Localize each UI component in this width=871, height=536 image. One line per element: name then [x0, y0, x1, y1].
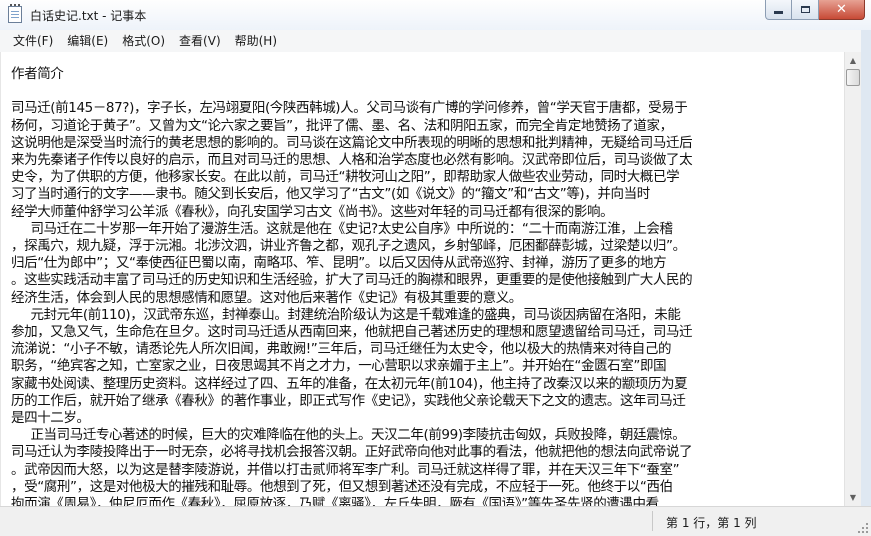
text-line[interactable]: 家藏书处阅读、整理历史资料。这样经过了四、五年的准备，在太初元年(前104)，他…: [11, 376, 843, 393]
text-line[interactable]: 习了当时通行的文字——隶书。随父到长安后，他又学习了“古文”(如《说文》的“籀文…: [11, 186, 843, 203]
title-bar[interactable]: 白话史记.txt - 记事本 ✕: [0, 0, 871, 31]
menu-edit[interactable]: 编辑(E): [60, 31, 115, 51]
document-text[interactable]: 作者简介 司马迁(前145－87?)，字子长，左冯翊夏阳(今陕西韩城)人。父司马…: [11, 66, 843, 506]
status-separator: [652, 511, 653, 531]
text-line[interactable]: 司马迁(前145－87?)，字子长，左冯翊夏阳(今陕西韩城)人。父司马谈有广博的…: [11, 100, 843, 117]
text-line[interactable]: 作者简介: [11, 66, 843, 83]
window-controls: ✕: [765, 0, 865, 20]
menu-bar: 文件(F) 编辑(E) 格式(O) 查看(V) 帮助(H): [0, 30, 871, 53]
minimize-icon: [774, 11, 783, 14]
menu-file[interactable]: 文件(F): [6, 31, 60, 51]
text-line[interactable]: 历的工作后，就开始了继承《春秋》的著作事业，即正式写作《史记》，实践他父亲论载天…: [11, 393, 843, 410]
text-line[interactable]: ，受“腐刑”，这是对他极大的摧残和耻辱。他想到了死，但又想到著述还没有完成，不应…: [11, 479, 843, 496]
close-icon: ✕: [836, 1, 847, 17]
text-line[interactable]: 流涕说：“小子不敏，请悉论先人所次旧闻，弗敢阙!”三年后，司马迁继任为太史令，他…: [11, 341, 843, 358]
text-line[interactable]: 职务，“绝宾客之知，亡室家之业，日夜思竭其不肖之才力，一心营职以求亲媚于主上”。…: [11, 358, 843, 375]
vertical-scrollbar[interactable]: ▲ ▼: [844, 52, 861, 506]
text-line[interactable]: 杨何，习道论于黄子”。又曾为文“论六家之要旨”，批评了儒、墨、名、法和阴阳五家，…: [11, 118, 843, 135]
text-line[interactable]: 经学大师董仲舒学习公羊派《春秋》，向孔安国学习古文《尚书》。这些对年轻的司马迁都…: [11, 204, 843, 221]
cursor-position: 第 1 行，第 1 列: [666, 516, 757, 530]
scroll-down-arrow-icon[interactable]: ▼: [845, 489, 861, 506]
text-line[interactable]: [11, 83, 843, 100]
text-line[interactable]: 拘而演《周易》，仲尼厄而作《春秋》，屈原放逐，乃赋《离骚》，左丘失明，厥有《国语…: [11, 496, 843, 506]
text-line[interactable]: 正当司马迁专心著述的时候，巨大的灾难降临在他的头上。天汉二年(前99)李陵抗击匈…: [11, 427, 843, 444]
text-line[interactable]: 是四十二岁。: [11, 410, 843, 427]
window-right-frame: [861, 30, 871, 506]
minimize-button[interactable]: [765, 0, 792, 20]
close-button[interactable]: ✕: [819, 0, 865, 20]
text-line[interactable]: 来为先秦诸子作传以良好的启示，而且对司马迁的思想、人格和治学态度也必然有影响。汉…: [11, 152, 843, 169]
notepad-window: 白话史记.txt - 记事本 ✕ 文件(F) 编辑(E) 格式(O) 查看(V)…: [0, 0, 871, 536]
text-editor-area[interactable]: 作者简介 司马迁(前145－87?)，字子长，左冯翊夏阳(今陕西韩城)人。父司马…: [0, 52, 844, 506]
window-title: 白话史记.txt - 记事本: [30, 9, 147, 23]
menu-help[interactable]: 帮助(H): [228, 31, 284, 51]
text-line[interactable]: 史令，为了供职的方便，他移家长安。在此以前，司马迁“耕牧河山之阳”，即帮助家人做…: [11, 169, 843, 186]
text-line[interactable]: 这说明他是深受当时流行的黄老思想的影响的。司马谈在这篇论文中所表现的明晰的思想和…: [11, 135, 843, 152]
text-line[interactable]: 司马迁在二十岁那一年开始了漫游生活。这就是他在《史记?太史公自序》中所说的：“二…: [11, 221, 843, 238]
status-bar: 第 1 行，第 1 列: [0, 506, 871, 536]
maximize-icon: [800, 6, 810, 13]
scrollbar-thumb[interactable]: [846, 69, 860, 86]
text-line[interactable]: 。武帝因而大怒，以为这是替李陵游说，并借以打击贰师将军李广利。司马迁就这样得了罪…: [11, 462, 843, 479]
text-line[interactable]: 经济生活，体会到人民的思想感情和愿望。这对他后来著作《史记》有极其重要的意义。: [11, 290, 843, 307]
text-line[interactable]: ，探禹穴，规九疑，浮于沅湘。北涉汶泗，讲业齐鲁之都，观孔子之遗风，乡射邹峄，厄困…: [11, 238, 843, 255]
resize-grip-icon[interactable]: [856, 521, 868, 533]
text-line[interactable]: 。这些实践活动丰富了司马迁的历史知识和生活经验，扩大了司马迁的胸襟和眼界，更重要…: [11, 272, 843, 289]
menu-format[interactable]: 格式(O): [115, 31, 172, 51]
notepad-app-icon[interactable]: [8, 4, 22, 23]
scroll-up-arrow-icon[interactable]: ▲: [845, 52, 861, 69]
text-line[interactable]: 元封元年(前110)，汉武帝东巡，封禅泰山。封建统治阶级认为这是千载难逢的盛典，…: [11, 307, 843, 324]
text-line[interactable]: 参加，又急又气，生命危在旦夕。这时司马迁适从西南回来，他就把自己著述历史的理想和…: [11, 324, 843, 341]
maximize-button[interactable]: [792, 0, 819, 20]
text-line[interactable]: 归后“仕为郎中”；又“奉使西征巴蜀以南，南略邛、笮、昆明”。以后又因侍从武帝巡狩…: [11, 255, 843, 272]
menu-view[interactable]: 查看(V): [172, 31, 228, 51]
text-line[interactable]: 司马迁认为李陵投降出于一时无奈，必将寻找机会报答汉朝。正好武帝向他对此事的看法，…: [11, 444, 843, 461]
